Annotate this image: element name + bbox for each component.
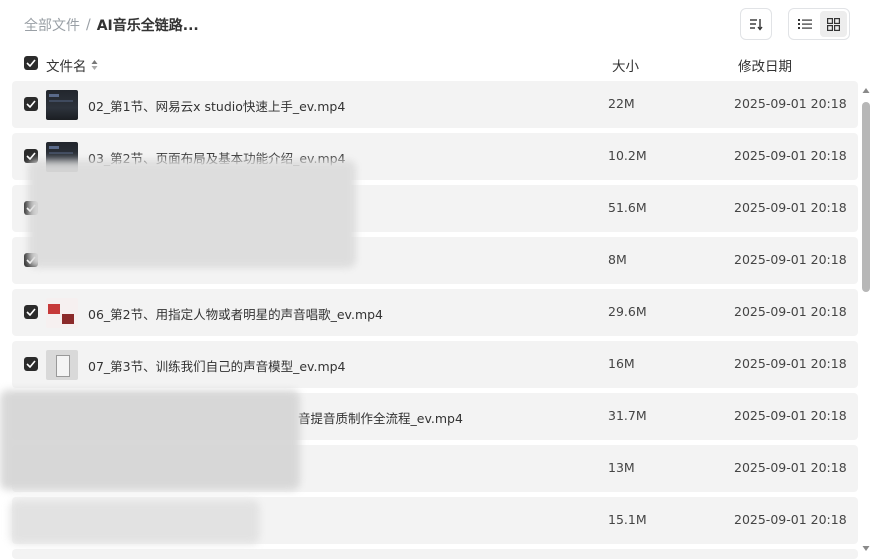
file-date: 2025-09-01 20:18 — [734, 512, 847, 527]
file-date: 2025-09-01 20:18 — [734, 200, 847, 215]
table-row[interactable]: 06_第2节、用指定人物或者明星的声音唱歌_ev.mp4 29.6M 2025-… — [12, 289, 858, 336]
file-date: 2025-09-01 20:18 — [734, 460, 847, 475]
scroll-down-arrow-icon[interactable] — [862, 544, 870, 552]
checkmark-icon — [26, 59, 36, 67]
file-date: 2025-09-01 20:18 — [734, 356, 847, 371]
file-size: 31.7M — [608, 408, 647, 423]
table-header: 文件名 大小 修改日期 — [0, 50, 874, 78]
file-manager: 全部文件 / AI音乐全链路... 文件名 大小 修改日期 02_第1节、网易云… — [0, 0, 874, 559]
file-name[interactable]: 07_第3节、训练我们自己的声音模型_ev.mp4 — [88, 356, 346, 375]
checkmark-icon — [26, 360, 36, 368]
sort-button[interactable] — [740, 8, 772, 40]
file-date: 2025-09-01 20:18 — [734, 304, 847, 319]
breadcrumb-root[interactable]: 全部文件 — [24, 15, 80, 35]
file-size: 22M — [608, 96, 635, 111]
table-row[interactable]: 02_第1节、网易云x studio快速上手_ev.mp4 22M 2025-0… — [12, 81, 858, 128]
select-all-checkbox[interactable] — [24, 56, 38, 70]
video-thumbnail — [46, 350, 78, 380]
column-date[interactable]: 修改日期 — [738, 55, 792, 75]
scroll-up-arrow-icon[interactable] — [862, 87, 870, 95]
video-thumbnail — [46, 90, 78, 120]
checkmark-icon — [26, 308, 36, 316]
file-size: 15.1M — [608, 512, 647, 527]
list-view-icon — [797, 19, 812, 29]
file-date: 2025-09-01 20:18 — [734, 96, 847, 111]
file-size: 51.6M — [608, 200, 647, 215]
file-name[interactable]: 02_第1节、网易云x studio快速上手_ev.mp4 — [88, 96, 345, 115]
checkmark-icon — [26, 100, 36, 108]
scrollbar-thumb[interactable] — [862, 102, 870, 292]
file-size: 8M — [608, 252, 627, 267]
file-name[interactable]: 音提音质制作全流程_ev.mp4 — [298, 408, 463, 427]
file-name[interactable]: 06_第2节、用指定人物或者明星的声音唱歌_ev.mp4 — [88, 304, 383, 323]
grid-view-button[interactable] — [820, 11, 847, 37]
table-row[interactable]: 07_第3节、训练我们自己的声音模型_ev.mp4 16M 2025-09-01… — [12, 341, 858, 388]
redaction-blur — [10, 500, 260, 544]
table-row[interactable] — [12, 549, 858, 559]
breadcrumb-current: AI音乐全链路... — [96, 18, 199, 34]
sort-arrows-icon — [91, 60, 97, 70]
file-size: 13M — [608, 460, 635, 475]
column-size[interactable]: 大小 — [612, 55, 639, 75]
row-checkbox[interactable] — [24, 97, 38, 111]
redaction-blur — [28, 160, 356, 268]
breadcrumb-separator: / — [86, 17, 91, 33]
row-checkbox[interactable] — [24, 305, 38, 319]
top-bar: 全部文件 / AI音乐全链路... — [0, 0, 874, 46]
breadcrumb: 全部文件 / AI音乐全链路... — [24, 15, 199, 35]
file-size: 29.6M — [608, 304, 647, 319]
video-thumbnail — [46, 298, 78, 328]
checkmark-icon — [26, 152, 36, 160]
row-checkbox[interactable] — [24, 357, 38, 371]
sort-icon — [750, 19, 763, 31]
grid-view-icon — [827, 17, 840, 31]
list-view-button[interactable] — [791, 11, 818, 37]
file-date: 2025-09-01 20:18 — [734, 252, 847, 267]
view-toggle — [788, 8, 850, 40]
redaction-blur — [0, 390, 300, 490]
file-date: 2025-09-01 20:18 — [734, 148, 847, 163]
file-date: 2025-09-01 20:18 — [734, 408, 847, 423]
column-name-label: 文件名 — [46, 59, 87, 75]
file-size: 16M — [608, 356, 635, 371]
file-size: 10.2M — [608, 148, 647, 163]
column-name[interactable]: 文件名 — [46, 55, 98, 75]
